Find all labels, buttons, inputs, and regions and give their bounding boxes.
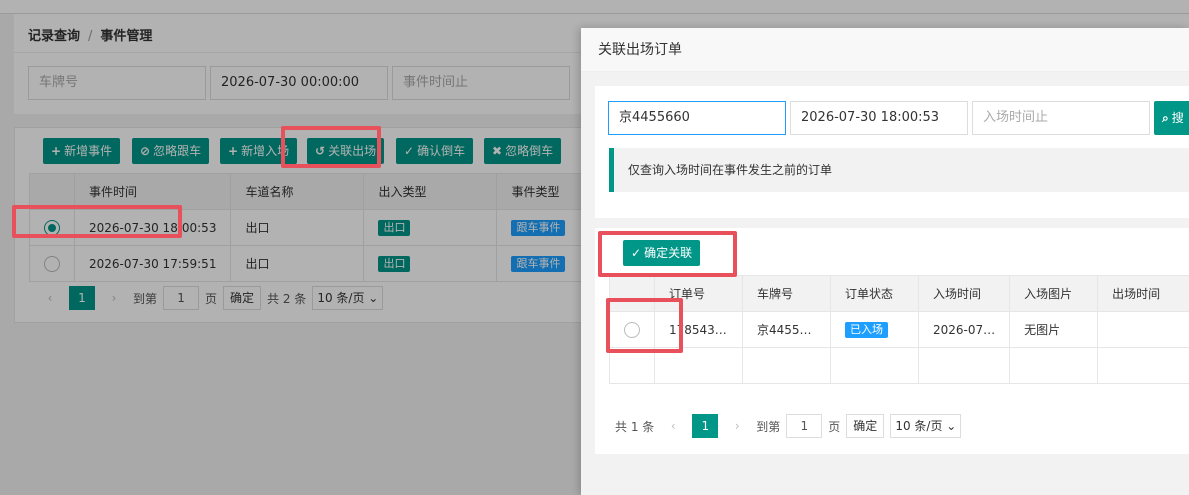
orders-page-1-button[interactable]: 1	[692, 414, 719, 438]
col-plate: 车牌号	[742, 275, 831, 312]
orders-goto-label: 到第	[756, 419, 781, 434]
cell-entry-image: 无图片	[1009, 311, 1099, 348]
orders-page-size-select[interactable]: 10 条/页 ⌄	[890, 414, 962, 438]
modal-plate-input[interactable]: 京4455660	[608, 101, 786, 135]
highlight-order-radio	[606, 298, 683, 353]
table-header-row: 订单号 车牌号 订单状态 入场时间 入场图片 出场时间	[609, 275, 1189, 312]
orders-goto-page-input[interactable]: 1	[786, 414, 823, 438]
table-row-empty	[609, 347, 1189, 384]
orders-total-count: 共 1 条	[615, 419, 655, 434]
highlight-selected-row	[12, 205, 182, 238]
col-exit-time: 出场时间	[1097, 275, 1189, 312]
cell-exit-time	[1097, 311, 1189, 348]
orders-prev-page-button[interactable]: ‹	[660, 414, 686, 438]
search-label: 搜	[1171, 111, 1184, 125]
orders-page-unit-label: 页	[828, 419, 841, 434]
query-tip: 仅查询入场时间在事件发生之前的订单	[609, 148, 1189, 192]
modal-entry-time-end-input[interactable]: 入场时间止	[972, 101, 1150, 135]
highlight-link-exit	[281, 126, 381, 168]
orders-table: 订单号 车牌号 订单状态 入场时间 入场图片 出场时间 178543… 京445…	[609, 275, 1189, 384]
orders-pagination: 共 1 条 ‹ 1 › 到第 1 页 确定 10 条/页 ⌄	[615, 414, 962, 438]
modal-search-button[interactable]: ⌕ 搜	[1154, 101, 1189, 135]
dialog-body: 京4455660 2026-07-30 18:00:53 入场时间止 ⌕ 搜 仅查…	[581, 72, 1189, 495]
modal-entry-time-start-input[interactable]: 2026-07-30 18:00:53	[790, 101, 968, 135]
search-icon: ⌕	[1162, 111, 1169, 125]
dialog-title: 关联出场订单	[581, 28, 1189, 72]
cell-entry-time: 2026-07…	[917, 311, 1011, 348]
orders-next-page-button[interactable]: ›	[724, 414, 750, 438]
order-status-badge: 已入场	[845, 321, 888, 338]
col-entry-time: 入场时间	[917, 275, 1011, 312]
col-order-status: 订单状态	[830, 275, 919, 312]
table-row[interactable]: 178543… 京4455… 已入场 2026-07… 无图片	[609, 311, 1189, 348]
orders-goto-confirm-button[interactable]: 确定	[846, 414, 885, 438]
cell-plate: 京4455…	[742, 311, 831, 348]
col-entry-image: 入场图片	[1009, 275, 1099, 312]
highlight-confirm-link	[598, 231, 737, 277]
